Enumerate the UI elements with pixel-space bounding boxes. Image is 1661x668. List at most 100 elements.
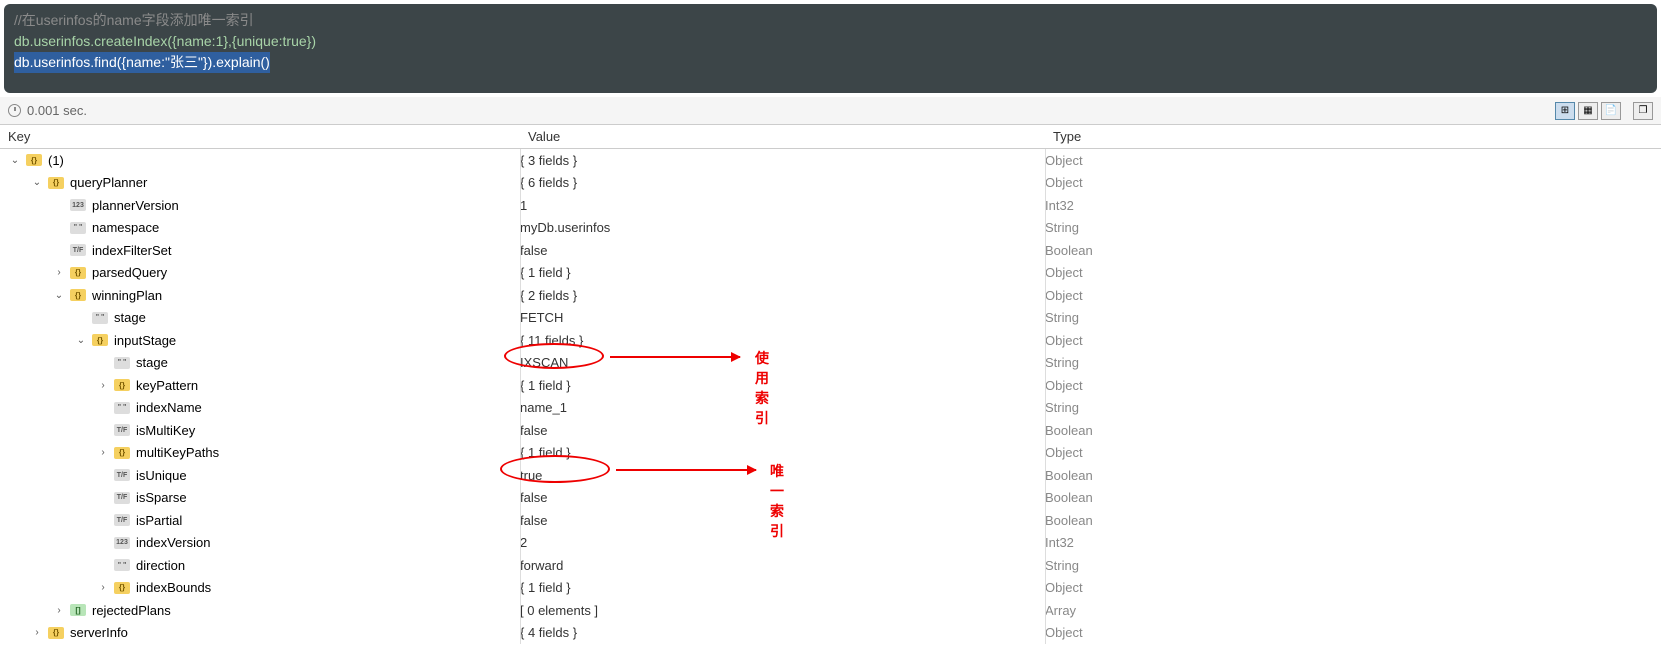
bool-type-icon: T/F <box>114 469 130 481</box>
header-key[interactable]: Key <box>0 125 520 148</box>
table-row[interactable]: ›" "stageIXSCANString <box>0 352 1661 375</box>
obj-type-icon: {} <box>114 447 130 459</box>
table-row[interactable]: ⌄{}queryPlanner{ 6 fields }Object <box>0 172 1661 195</box>
table-row[interactable]: ›T/FisPartialfalseBoolean <box>0 509 1661 532</box>
expand-toggle[interactable]: › <box>96 582 110 593</box>
key-label: stage <box>114 310 146 325</box>
table-row[interactable]: ⌄{}inputStage{ 11 fields }Object <box>0 329 1661 352</box>
collapse-toggle[interactable]: ⌄ <box>30 177 44 188</box>
key-cell: ›" "indexName <box>0 400 520 415</box>
bool-type-icon: T/F <box>114 492 130 504</box>
expand-toggle[interactable]: › <box>96 380 110 391</box>
editor-code-line-2: db.userinfos.find({name:"张三"}).explain() <box>14 52 1647 73</box>
view-toolbar: ⊞ ▦ 📄 ❐ <box>1555 102 1653 120</box>
expand-toggle[interactable]: › <box>52 605 66 616</box>
expand-toggle[interactable]: › <box>96 447 110 458</box>
table-row[interactable]: ›T/FisSparsefalseBoolean <box>0 487 1661 510</box>
table-row[interactable]: ›" "directionforwardString <box>0 554 1661 577</box>
key-cell: ›123indexVersion <box>0 535 520 550</box>
str-type-icon: " " <box>114 559 130 571</box>
key-cell: ›" "direction <box>0 558 520 573</box>
type-cell: String <box>1045 355 1661 370</box>
key-label: winningPlan <box>92 288 162 303</box>
table-row[interactable]: ⌄{}(1){ 3 fields }Object <box>0 149 1661 172</box>
table-row[interactable]: ›" "indexNamename_1String <box>0 397 1661 420</box>
key-cell: ›{}multiKeyPaths <box>0 445 520 460</box>
value-cell: 2 <box>520 535 1045 550</box>
text-view-button[interactable]: 📄 <box>1601 102 1621 120</box>
obj-type-icon: {} <box>70 289 86 301</box>
table-row[interactable]: ›123indexVersion2Int32 <box>0 532 1661 555</box>
type-cell: Object <box>1045 153 1661 168</box>
key-label: isMultiKey <box>136 423 195 438</box>
key-cell: ›T/FindexFilterSet <box>0 243 520 258</box>
table-row[interactable]: ›123plannerVersion1Int32 <box>0 194 1661 217</box>
code-editor[interactable]: //在userinfos的name字段添加唯一索引 db.userinfos.c… <box>4 4 1657 93</box>
obj-type-icon: {} <box>48 177 64 189</box>
type-cell: Object <box>1045 378 1661 393</box>
key-cell: ⌄ {} winningPlan <box>0 288 520 303</box>
key-cell: ›" "namespace <box>0 220 520 235</box>
key-cell: ›{}parsedQuery <box>0 265 520 280</box>
collapse-toggle[interactable]: ⌄ <box>8 155 22 166</box>
obj-type-icon: {} <box>70 267 86 279</box>
value-cell: FETCH <box>520 310 1045 325</box>
value-cell: 1 <box>520 198 1045 213</box>
table-row[interactable]: ›" "stageFETCHString <box>0 307 1661 330</box>
type-cell: Int32 <box>1045 535 1661 550</box>
obj-type-icon: {} <box>114 582 130 594</box>
table-row[interactable]: ›{}parsedQuery{ 1 field }Object <box>0 262 1661 285</box>
value-cell: { 4 fields } <box>520 625 1045 640</box>
key-label: keyPattern <box>136 378 198 393</box>
table-row[interactable]: ›" "namespacemyDb.userinfosString <box>0 217 1661 240</box>
key-cell: ›T/FisSparse <box>0 490 520 505</box>
tree-view-button[interactable]: ⊞ <box>1555 102 1575 120</box>
type-cell: String <box>1045 310 1661 325</box>
key-label: isSparse <box>136 490 187 505</box>
key-cell: ›" "stage <box>0 310 520 325</box>
expand-toggle[interactable]: › <box>30 627 44 638</box>
collapse-toggle[interactable]: ⌄ <box>52 290 66 301</box>
value-cell: { 1 field } <box>520 580 1045 595</box>
value-cell: false <box>520 513 1045 528</box>
table-row[interactable]: ›[]rejectedPlans[ 0 elements ]Array <box>0 599 1661 622</box>
key-cell: ›" "stage <box>0 355 520 370</box>
key-cell: ›T/FisUnique <box>0 468 520 483</box>
value-cell: { 2 fields } <box>520 288 1045 303</box>
type-cell: String <box>1045 558 1661 573</box>
str-type-icon: " " <box>114 357 130 369</box>
tree-header: Key Value Type <box>0 125 1661 149</box>
table-row[interactable]: ›{}multiKeyPaths{ 1 field }Object <box>0 442 1661 465</box>
obj-type-icon: {} <box>48 627 64 639</box>
collapse-toggle[interactable]: ⌄ <box>74 335 88 346</box>
table-view-button[interactable]: ▦ <box>1578 102 1598 120</box>
type-cell: Boolean <box>1045 423 1661 438</box>
key-cell: ›{}indexBounds <box>0 580 520 595</box>
table-row[interactable]: ›{}keyPattern{ 1 field }Object <box>0 374 1661 397</box>
value-cell: name_1 <box>520 400 1045 415</box>
table-row[interactable]: ⌄{}winningPlan{ 2 fields }Object <box>0 284 1661 307</box>
value-cell: { 3 fields } <box>520 153 1045 168</box>
table-row[interactable]: ›T/FindexFilterSetfalseBoolean <box>0 239 1661 262</box>
popout-button[interactable]: ❐ <box>1633 102 1653 120</box>
type-cell: Object <box>1045 445 1661 460</box>
str-type-icon: " " <box>92 312 108 324</box>
header-type[interactable]: Type <box>1045 125 1661 148</box>
key-label: indexName <box>136 400 202 415</box>
obj-type-icon: {} <box>26 154 42 166</box>
str-type-icon: " " <box>70 222 86 234</box>
type-cell: Object <box>1045 625 1661 640</box>
expand-toggle[interactable]: › <box>52 267 66 278</box>
table-row[interactable]: ›T/FisMultiKeyfalseBoolean <box>0 419 1661 442</box>
bool-type-icon: T/F <box>114 424 130 436</box>
key-label: inputStage <box>114 333 176 348</box>
table-row[interactable]: ›T/FisUniquetrueBoolean <box>0 464 1661 487</box>
header-value[interactable]: Value <box>520 125 1045 148</box>
type-cell: Int32 <box>1045 198 1661 213</box>
str-type-icon: " " <box>114 402 130 414</box>
key-cell: ›T/FisMultiKey <box>0 423 520 438</box>
table-row[interactable]: ›{}serverInfo{ 4 fields }Object <box>0 622 1661 645</box>
value-cell: [ 0 elements ] <box>520 603 1045 618</box>
type-cell: Object <box>1045 333 1661 348</box>
table-row[interactable]: ›{}indexBounds{ 1 field }Object <box>0 577 1661 600</box>
